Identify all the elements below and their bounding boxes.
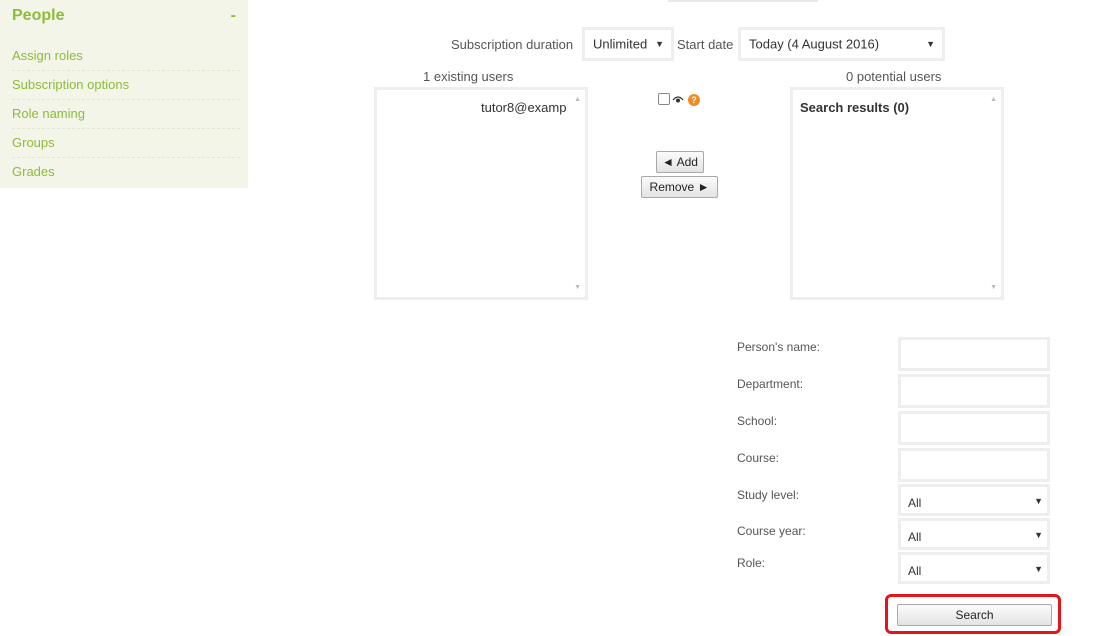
course-year-value: All [908,530,922,544]
course-year-label: Course year: [737,524,806,538]
subscription-duration-select[interactable]: Unlimited ▼ [582,27,674,61]
search-results-group: Search results (0) [800,100,910,115]
scroll-up-icon[interactable]: ▲ [990,96,997,103]
department-label: Department: [737,377,804,391]
existing-users-heading: 1 existing users [423,69,514,84]
scroll-down-icon[interactable]: ▼ [990,284,997,291]
course-input[interactable] [898,448,1050,482]
study-level-select[interactable]: All ▼ [898,484,1050,516]
start-date-value: Today (4 August 2016) [749,36,880,52]
sidebar-item-subscription-options[interactable]: Subscription options [12,71,240,100]
subscription-duration-value: Unlimited [593,36,648,52]
sidebar-item-role-naming[interactable]: Role naming [12,100,240,129]
role-value: All [908,564,922,578]
potential-users-list[interactable]: Search results (0) ▲ ▼ [790,87,1004,300]
list-item[interactable]: tutor8@examp [481,100,566,115]
course-year-select[interactable]: All ▼ [898,518,1050,550]
school-input[interactable] [898,411,1050,445]
sidebar-item-grades[interactable]: Grades [12,158,240,186]
course-label: Course: [737,451,780,465]
potential-users-heading: 0 potential users [846,69,942,84]
divider [668,0,818,2]
study-level-label: Study level: [737,488,800,502]
eye-icon[interactable] [672,94,684,104]
collapse-icon[interactable]: - [231,7,236,25]
sidebar-item-groups[interactable]: Groups [12,129,240,158]
help-icon[interactable]: ? [688,94,700,106]
department-input[interactable] [898,374,1050,408]
search-button[interactable]: Search [897,604,1052,626]
role-label: Role: [737,556,766,570]
subscription-duration-label: Subscription duration [451,37,574,52]
remove-button[interactable]: Remove ► [641,176,718,198]
role-select[interactable]: All ▼ [898,552,1050,584]
start-date-select[interactable]: Today (4 August 2016) ▼ [738,27,945,61]
school-label: School: [737,414,778,428]
start-date-label: Start date [677,37,734,52]
existing-users-list[interactable]: tutor8@examp ▲ ▼ [374,87,588,300]
sidebar-item-assign-roles[interactable]: Assign roles [12,42,240,71]
chevron-down-icon: ▼ [926,39,935,49]
chevron-down-icon: ▼ [1034,530,1043,540]
select-all-checkbox[interactable] [658,93,670,105]
sidebar-header[interactable]: People - [12,7,240,27]
scroll-down-icon[interactable]: ▼ [574,284,581,291]
sidebar-title: People [12,7,65,24]
chevron-down-icon: ▼ [1034,564,1043,574]
chevron-down-icon: ▼ [1034,496,1043,506]
add-button[interactable]: ◄ Add [656,151,704,173]
study-level-value: All [908,496,922,510]
persons-name-label: Person's name: [737,340,820,354]
scroll-up-icon[interactable]: ▲ [574,96,581,103]
sidebar: People - Assign roles Subscription optio… [0,0,248,188]
chevron-down-icon: ▼ [655,39,664,49]
persons-name-input[interactable] [898,337,1050,371]
